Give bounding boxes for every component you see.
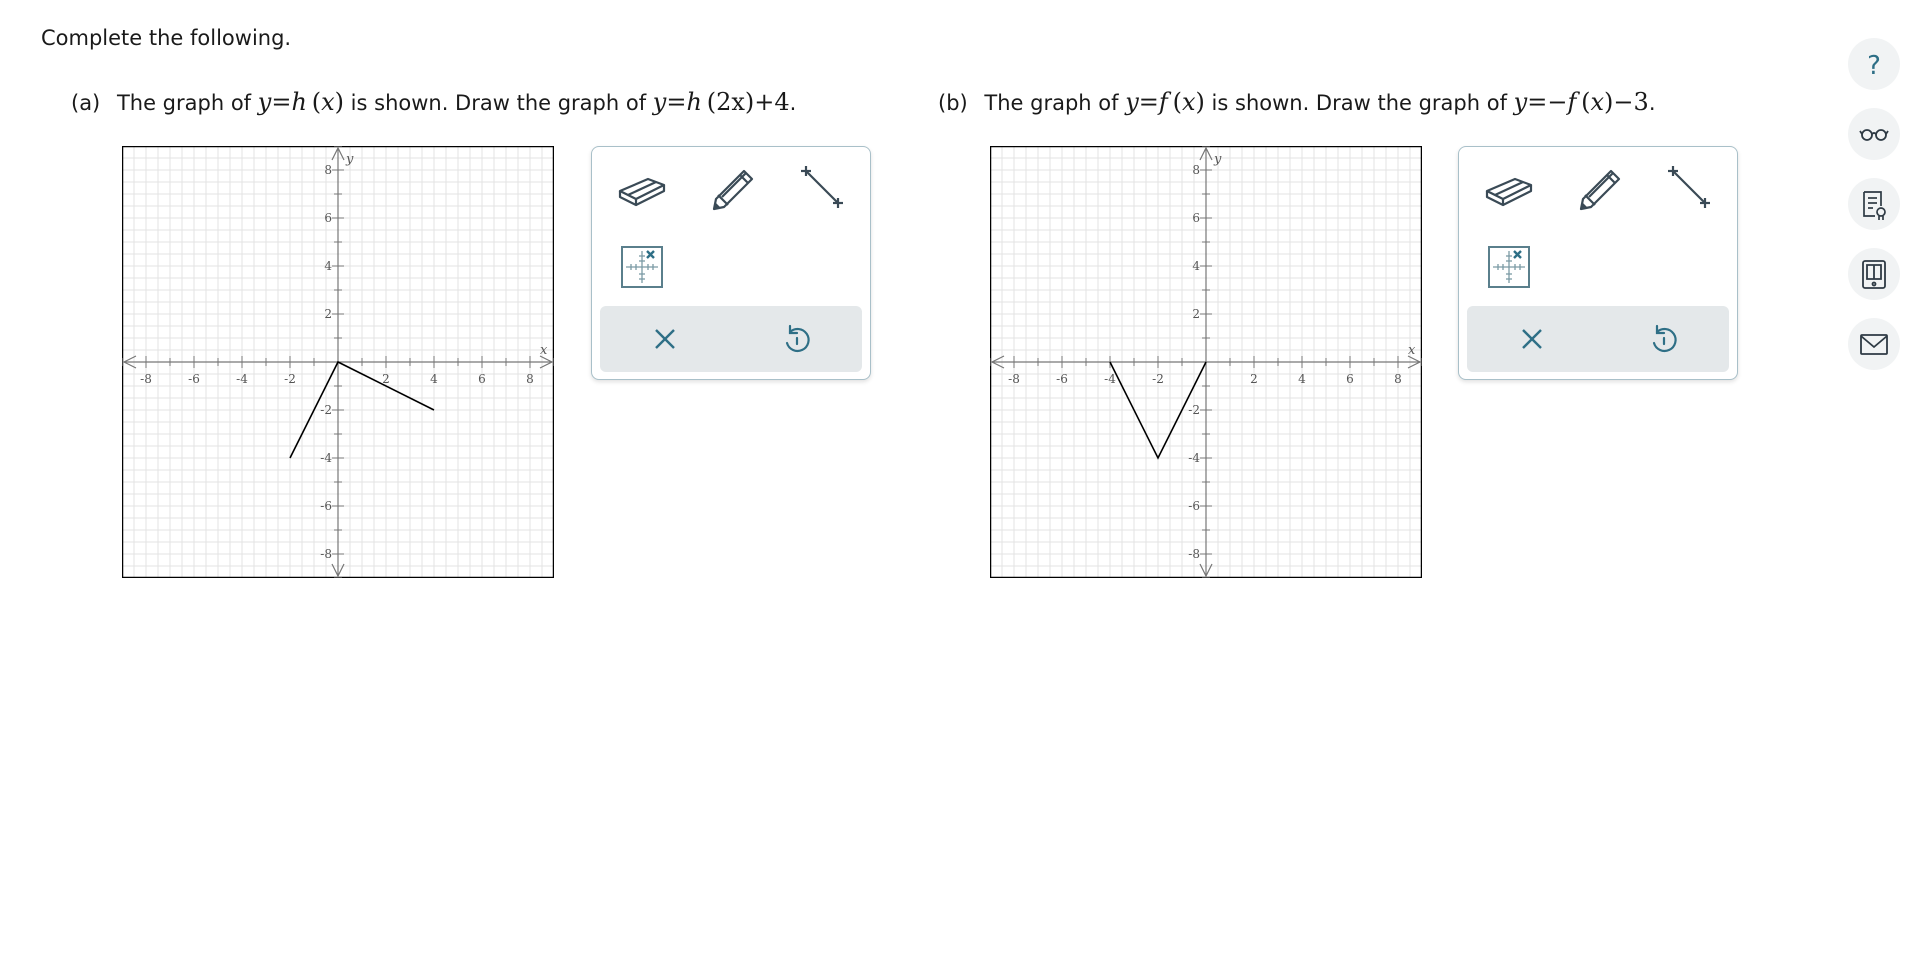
- notes-icon: [1863, 191, 1886, 220]
- x-tick-label: 2: [1250, 372, 1258, 386]
- clear-icon: [655, 329, 675, 349]
- y-tick-label: 4: [324, 259, 332, 273]
- target-equation: y=h (2x)+4: [652, 88, 790, 116]
- given-equation: y=h (x): [257, 88, 344, 116]
- x-tick-label: 4: [430, 372, 438, 386]
- coordinate-plane[interactable]: -8 -6 -4 -2 2 4 6 8 8 6 4 2 -2 -4 -6 -8 x y: [990, 146, 1422, 578]
- x-tick-label: -2: [284, 372, 296, 386]
- ebook-button[interactable]: [1848, 248, 1900, 300]
- graph-b[interactable]: -8 -6 -4 -2 2 4 6 8 8 6 4 2 -2 -4 -6 -8 x y: [990, 146, 1422, 578]
- x-tick-label: -6: [1056, 372, 1068, 386]
- toolbox-action-bar: [600, 306, 862, 372]
- x-tick-label: -8: [140, 372, 152, 386]
- eraser-icon: [618, 177, 666, 207]
- problem-marker: (b): [938, 91, 968, 115]
- x-tick-label: -2: [1152, 372, 1164, 386]
- target-equation: y=−f (x)−3: [1513, 88, 1649, 116]
- given-equation: y=f (x): [1125, 88, 1205, 116]
- y-tick-label: 6: [324, 211, 332, 225]
- y-tick-label: 8: [1192, 163, 1200, 177]
- prompt-text: is shown. Draw the graph of: [1211, 91, 1507, 115]
- svg-text:?: ?: [1867, 51, 1881, 81]
- line-segment-icon: [1668, 166, 1710, 208]
- toolbox-action-bar: [1467, 306, 1729, 372]
- y-tick-label: -6: [1188, 499, 1200, 513]
- y-tick-label: -4: [1188, 451, 1200, 465]
- y-axis-label: y: [1213, 152, 1222, 167]
- y-tick-label: 2: [324, 307, 332, 321]
- y-tick-label: 8: [324, 163, 332, 177]
- clear-button[interactable]: [1492, 314, 1572, 364]
- x-tick-label: 4: [1298, 372, 1306, 386]
- pencil-tool[interactable]: [1569, 157, 1629, 217]
- x-axis-label: x: [540, 343, 548, 358]
- clear-button[interactable]: [625, 314, 705, 364]
- graph-settings-tool[interactable]: [612, 237, 672, 297]
- y-tick-label: -8: [320, 547, 332, 561]
- undo-icon: [1652, 324, 1677, 353]
- graph-settings-icon: [621, 246, 663, 288]
- pencil-icon: [1579, 169, 1621, 211]
- y-tick-label: 6: [1192, 211, 1200, 225]
- accessibility-button[interactable]: [1848, 108, 1900, 160]
- clear-icon: [1522, 329, 1542, 349]
- message-icon: [1860, 334, 1888, 355]
- y-tick-label: -6: [320, 499, 332, 513]
- prompt-text: The graph of: [984, 91, 1119, 115]
- help-button[interactable]: ?: [1848, 38, 1900, 90]
- ebook-icon: [1862, 260, 1886, 289]
- problem-a-prompt: (a) The graph of y=h (x) is shown. Draw …: [71, 88, 797, 116]
- y-tick-label: -2: [320, 403, 332, 417]
- x-axis-label: x: [1408, 343, 1416, 358]
- line-segment-tool[interactable]: [1659, 157, 1719, 217]
- x-tick-label: -6: [188, 372, 200, 386]
- accessibility-glasses-icon: [1859, 129, 1889, 141]
- y-tick-label: 2: [1192, 307, 1200, 321]
- prompt-text: is shown. Draw the graph of: [350, 91, 647, 115]
- eraser-tool[interactable]: [1479, 157, 1539, 217]
- line-segment-icon: [801, 166, 843, 208]
- help-icon: ?: [1867, 51, 1881, 81]
- y-tick-label: -4: [320, 451, 332, 465]
- pencil-icon: [712, 169, 754, 211]
- y-tick-label: 4: [1192, 259, 1200, 273]
- x-tick-label: 8: [526, 372, 534, 386]
- y-axis-label: y: [345, 152, 354, 167]
- graph-toolbox-b: [1458, 146, 1738, 380]
- graph-settings-tool[interactable]: [1479, 237, 1539, 297]
- x-tick-label: -8: [1008, 372, 1020, 386]
- undo-icon: [785, 324, 810, 353]
- message-button[interactable]: [1848, 318, 1900, 370]
- eraser-icon: [1485, 177, 1533, 207]
- notes-button[interactable]: [1848, 178, 1900, 230]
- graph-settings-icon: [1488, 246, 1530, 288]
- line-segment-tool[interactable]: [792, 157, 852, 217]
- eraser-tool[interactable]: [612, 157, 672, 217]
- x-tick-label: -4: [236, 372, 248, 386]
- graph-a[interactable]: -8 -6 -4 -2 2 4 6 8 8 6 4 2 -2 -4 -6 -8 x y: [122, 146, 554, 578]
- graph-toolbox-a: [591, 146, 871, 380]
- y-tick-label: -8: [1188, 547, 1200, 561]
- x-tick-label: 6: [1346, 372, 1354, 386]
- x-tick-label: -4: [1104, 372, 1116, 386]
- coordinate-plane[interactable]: -8 -6 -4 -2 2 4 6 88642-2-4-6-8xy: [122, 146, 554, 578]
- x-tick-label: 6: [478, 372, 486, 386]
- prompt-text: The graph of: [116, 91, 252, 115]
- undo-button[interactable]: [1624, 314, 1704, 364]
- problem-b-prompt: (b) The graph of y=f (x) is shown. Draw …: [938, 88, 1656, 116]
- y-tick-label: -2: [1188, 403, 1200, 417]
- instructions: Complete the following.: [41, 26, 292, 50]
- problem-marker: (a): [71, 91, 101, 115]
- undo-button[interactable]: [757, 314, 837, 364]
- x-tick-label: 8: [1394, 372, 1402, 386]
- pencil-tool[interactable]: [702, 157, 762, 217]
